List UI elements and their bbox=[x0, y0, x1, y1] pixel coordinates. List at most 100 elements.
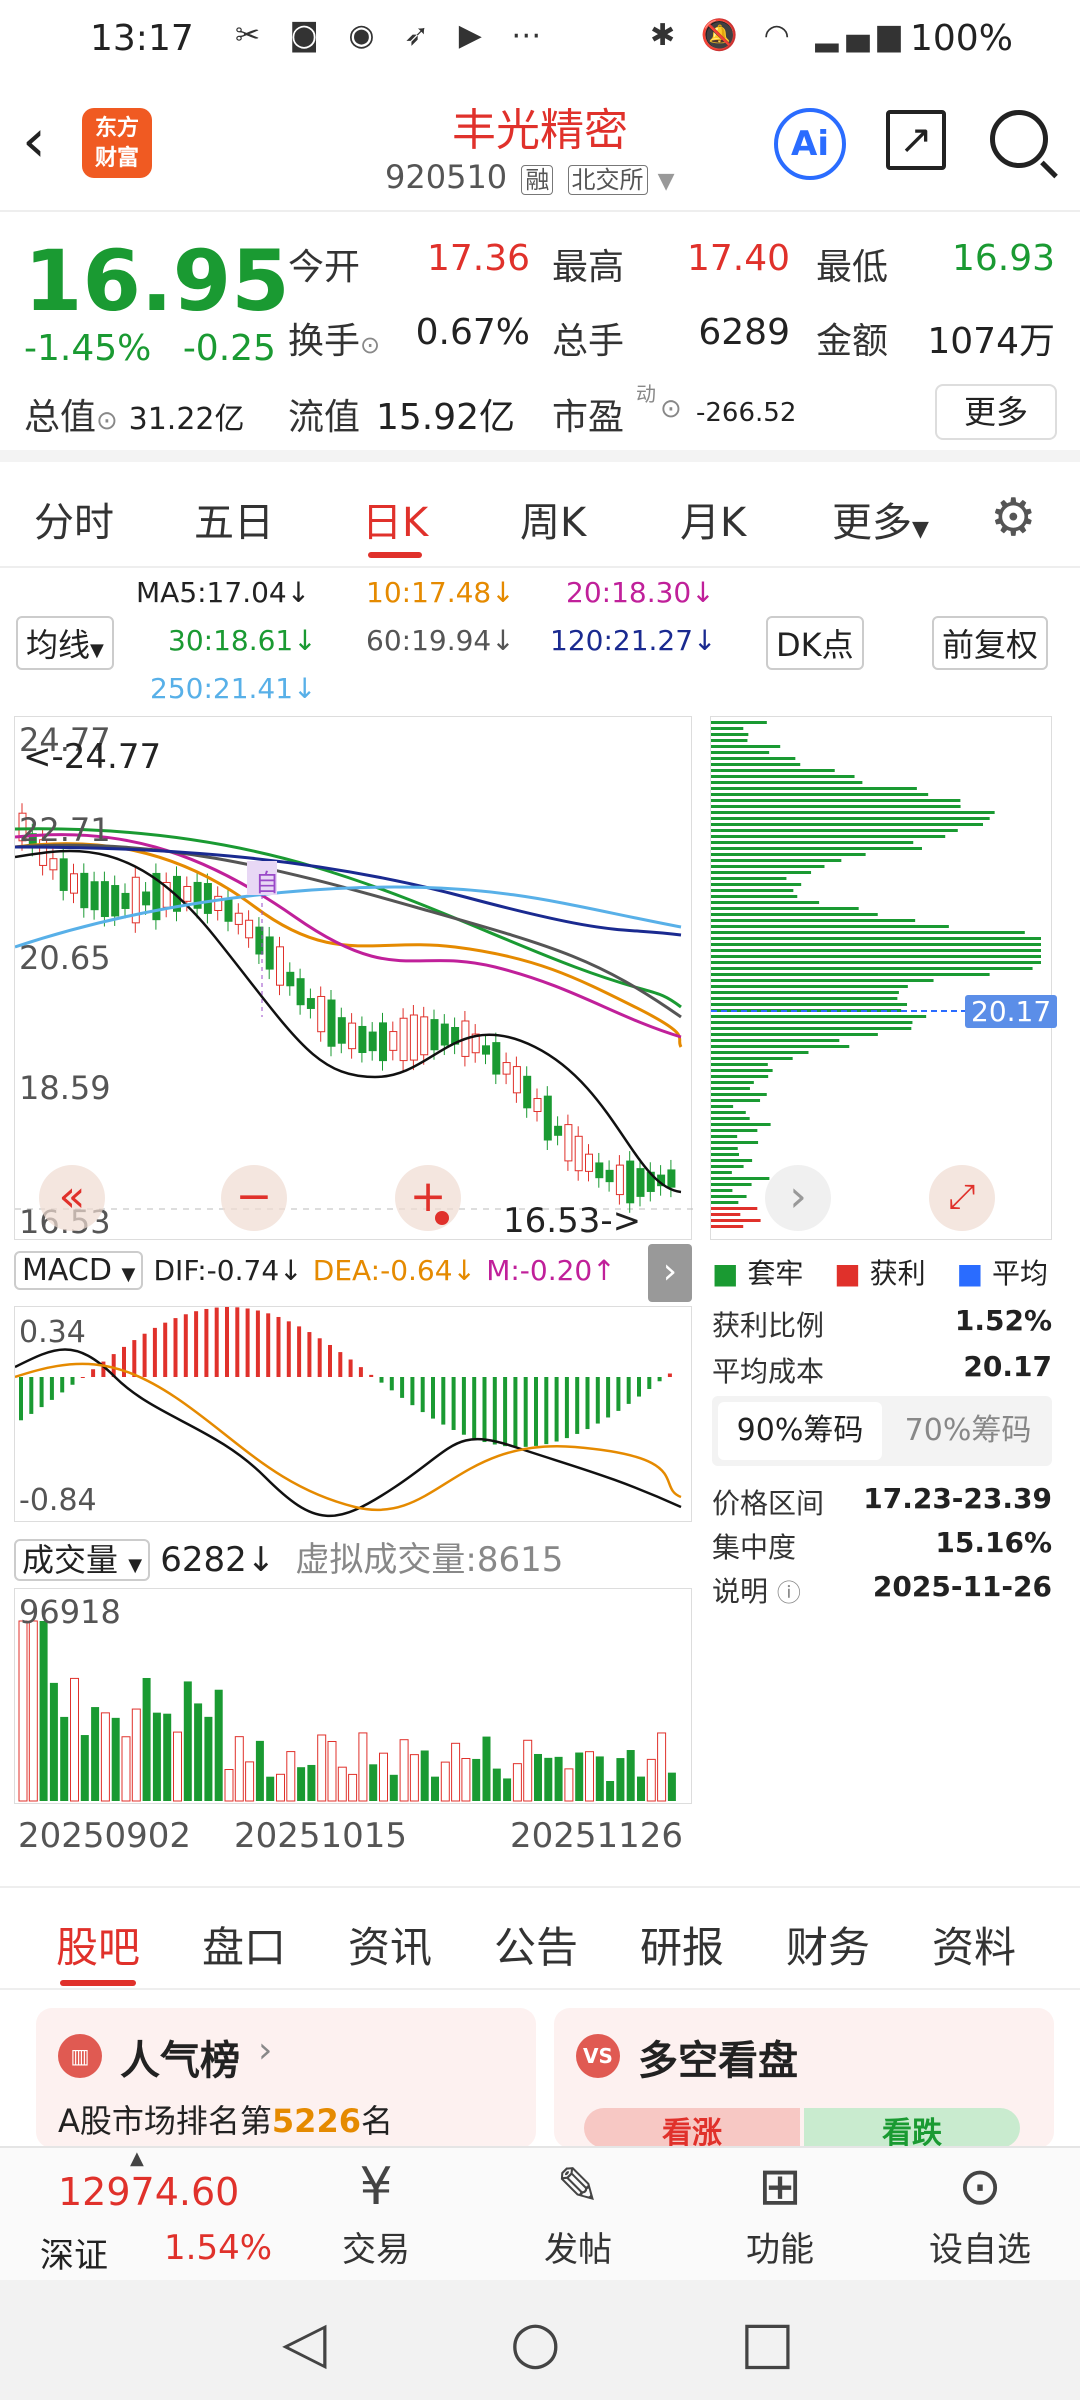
zoom-out-button[interactable]: − bbox=[221, 1165, 287, 1231]
candle-body bbox=[502, 1062, 511, 1075]
volume-bar bbox=[358, 1732, 368, 1802]
candle-body bbox=[368, 1031, 377, 1052]
tab-chip-90[interactable]: 90%筹码 bbox=[718, 1402, 882, 1460]
macd-bar-neg bbox=[60, 1377, 65, 1393]
nav-trade-label: 交易 bbox=[342, 2230, 410, 2270]
volume-bar bbox=[100, 1712, 110, 1802]
tab-intraday[interactable]: 分时 bbox=[34, 490, 114, 548]
ma-selector[interactable]: 均线▼ bbox=[16, 616, 114, 670]
macd-chart[interactable]: 0.34 -0.84 bbox=[14, 1306, 692, 1522]
chip-bar bbox=[711, 1207, 758, 1210]
amount-label: 金额 bbox=[816, 321, 889, 362]
volume-chart[interactable]: 96918 bbox=[14, 1588, 692, 1804]
profit-ratio-value: 1.52% bbox=[954, 1304, 1052, 1337]
recents-square-icon[interactable]: □ bbox=[740, 2308, 795, 2376]
nav-post[interactable]: ✎ 发帖 bbox=[498, 2152, 658, 2271]
zoom-in-button[interactable]: + bbox=[395, 1165, 461, 1231]
rank-prefix: A股市场排名第 bbox=[58, 2102, 272, 2140]
rank-chart-icon: ▥ bbox=[58, 2034, 102, 2078]
tab-monthly-k[interactable]: 月K bbox=[680, 490, 746, 548]
expand-icon[interactable]: ⤢ bbox=[929, 1165, 995, 1231]
edit-icon: ✎ bbox=[556, 2157, 600, 2217]
chip-bar bbox=[711, 889, 794, 892]
macd-svg bbox=[14, 1307, 682, 1518]
gear-icon[interactable]: ⚙ bbox=[990, 488, 1037, 548]
scroll-right-icon[interactable]: › bbox=[765, 1165, 831, 1231]
ma120-legend: 120:21.27↓ bbox=[550, 624, 717, 657]
tab-more[interactable]: 更多▼ bbox=[832, 490, 929, 548]
tab-news[interactable]: 资讯 bbox=[348, 1914, 432, 1975]
stock-code-row[interactable]: 920510 融 北交所 ▼ bbox=[385, 158, 675, 196]
share-icon[interactable]: ↗ bbox=[886, 110, 946, 170]
more-button[interactable]: 更多 bbox=[935, 384, 1057, 440]
adjust-mode-button[interactable]: 前复权 bbox=[932, 616, 1049, 670]
scroll-left-button[interactable]: « bbox=[39, 1165, 105, 1231]
chip-bar bbox=[711, 1111, 746, 1114]
kline-chart[interactable]: 自 24.77 <-24.77 22.71 20.65 18.59 16.53 … bbox=[14, 716, 693, 1241]
chip-bar bbox=[711, 823, 984, 826]
macd-bar-neg bbox=[616, 1377, 621, 1411]
chip-bar bbox=[711, 721, 767, 724]
nav-add-watchlist[interactable]: ⊙ 设自选 bbox=[900, 2152, 1060, 2271]
info-icon[interactable]: ⊙ bbox=[360, 331, 380, 359]
feature-tabs: 股吧 盘口 资讯 公告 研报 财务 资料 bbox=[0, 1886, 1080, 1990]
volume-bar bbox=[482, 1736, 491, 1801]
chip-bar bbox=[711, 769, 835, 772]
legend-profit: 获利 bbox=[869, 1257, 926, 1290]
avg-cost-marker: 20.17 bbox=[965, 995, 1058, 1028]
chip-bar bbox=[711, 1039, 840, 1042]
volume-selector[interactable]: 成交量 ▼ bbox=[14, 1539, 151, 1581]
vote-down-button[interactable]: 看跌 bbox=[804, 2108, 1020, 2148]
chip-bar bbox=[711, 1105, 734, 1108]
dk-point-button[interactable]: DK点 bbox=[766, 616, 864, 670]
ai-button[interactable]: Ai bbox=[774, 108, 846, 180]
volume-bar bbox=[657, 1732, 667, 1802]
chip-distribution[interactable]: 20.17 › ⤢ bbox=[710, 716, 1058, 1240]
candle-body bbox=[80, 872, 89, 909]
tab-finance[interactable]: 财务 bbox=[786, 1914, 870, 1975]
volume-bar bbox=[616, 1758, 625, 1801]
volume-bar bbox=[111, 1717, 120, 1801]
tab-orderbook[interactable]: 盘口 bbox=[202, 1914, 286, 1975]
next-indicator-button[interactable]: › bbox=[648, 1244, 692, 1302]
volume-bar bbox=[234, 1736, 244, 1802]
tab-forum[interactable]: 股吧 bbox=[56, 1914, 140, 1986]
macd-bar-neg bbox=[513, 1377, 518, 1447]
candle-body bbox=[142, 891, 151, 906]
tab-profile[interactable]: 资料 bbox=[932, 1914, 1016, 1975]
macd-bar-neg bbox=[564, 1377, 569, 1439]
chevron-down-icon: ▼ bbox=[128, 1555, 143, 1576]
nav-add-watchlist-label: 设自选 bbox=[929, 2230, 1031, 2270]
macd-bar-pos bbox=[307, 1332, 312, 1377]
nav-functions[interactable]: ⊞ 功能 bbox=[700, 2152, 860, 2271]
nav-trade[interactable]: ¥ 交易 bbox=[296, 2152, 456, 2271]
chip-bar bbox=[711, 1183, 752, 1186]
chip-bar bbox=[711, 1189, 733, 1192]
info-icon[interactable]: ⓘ bbox=[777, 1579, 801, 1607]
candle-body bbox=[358, 1025, 367, 1053]
home-circle-icon[interactable]: ○ bbox=[510, 2308, 561, 2376]
chip-bar bbox=[711, 1075, 769, 1078]
tab-chip-70[interactable]: 70%筹码 bbox=[888, 1402, 1048, 1460]
tab-research[interactable]: 研报 bbox=[640, 1914, 724, 1975]
chip-bar bbox=[711, 877, 787, 880]
tab-daily-k[interactable]: 日K bbox=[362, 490, 428, 558]
volume-bar bbox=[554, 1756, 563, 1801]
candle-body bbox=[533, 1098, 542, 1113]
macd-bar-neg bbox=[492, 1377, 497, 1445]
self-tag: 自 bbox=[255, 869, 279, 897]
tab-announcements[interactable]: 公告 bbox=[494, 1914, 578, 1975]
tab-weekly-k[interactable]: 周K bbox=[520, 490, 586, 548]
popularity-card[interactable]: ▥ 人气榜 › A股市场排名第5226名 bbox=[36, 2008, 536, 2148]
vote-up-button[interactable]: 看涨 bbox=[584, 2108, 800, 2148]
back-triangle-icon[interactable]: ◁ bbox=[282, 2308, 327, 2376]
macd-bar-pos bbox=[266, 1313, 271, 1377]
search-icon[interactable] bbox=[990, 110, 1048, 168]
info-icon[interactable]: ⊙ bbox=[660, 394, 682, 424]
tab-five-day[interactable]: 五日 bbox=[194, 490, 274, 548]
index-ticker[interactable]: ▲ 12974.60 深证 1.54% bbox=[0, 2148, 290, 2282]
info-icon[interactable]: ⊙ bbox=[96, 406, 118, 436]
bull-bear-card[interactable]: VS 多空看盘 看涨 看跌 bbox=[554, 2008, 1054, 2148]
indicator-selector[interactable]: MACD ▼ bbox=[14, 1251, 144, 1290]
turnover-value: 0.67% bbox=[415, 312, 530, 353]
